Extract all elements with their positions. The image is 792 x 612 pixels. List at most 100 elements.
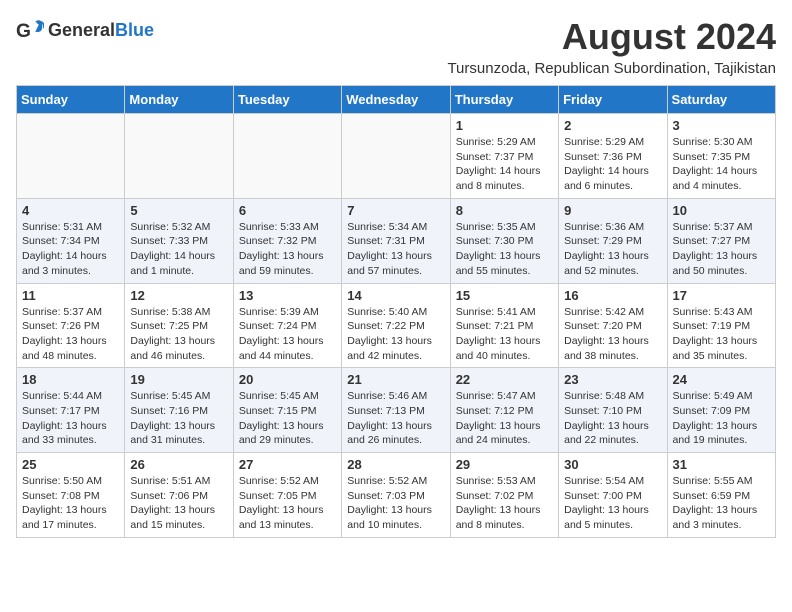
day-number: 5 <box>130 203 227 218</box>
day-number: 4 <box>22 203 119 218</box>
day-info: Sunrise: 5:31 AM Sunset: 7:34 PM Dayligh… <box>22 220 119 279</box>
day-number: 8 <box>456 203 553 218</box>
day-number: 31 <box>673 457 770 472</box>
table-row: 12 Sunrise: 5:38 AM Sunset: 7:25 PM Dayli… <box>125 283 233 368</box>
table-row: 17Sunrise: 5:43 AM Sunset: 7:19 PM Dayli… <box>667 283 775 368</box>
table-row <box>233 114 341 199</box>
day-number: 27 <box>239 457 336 472</box>
day-info: Sunrise: 5:46 AM Sunset: 7:13 PM Dayligh… <box>347 389 444 448</box>
day-number: 16 <box>564 288 661 303</box>
table-row: 13Sunrise: 5:39 AM Sunset: 7:24 PM Dayli… <box>233 283 341 368</box>
day-info: Sunrise: 5:55 AM Sunset: 6:59 PM Dayligh… <box>673 474 770 533</box>
day-number: 10 <box>673 203 770 218</box>
day-number: 3 <box>673 118 770 133</box>
table-row <box>125 114 233 199</box>
day-info: Sunrise: 5:41 AM Sunset: 7:21 PM Dayligh… <box>456 305 553 364</box>
day-info: Sunrise: 5:45 AM Sunset: 7:15 PM Dayligh… <box>239 389 336 448</box>
table-row: 14 Sunrise: 5:40 AM Sunset: 7:22 PM Dayli… <box>342 283 450 368</box>
table-row: 29 Sunrise: 5:53 AM Sunset: 7:02 PM Dayli… <box>450 453 558 538</box>
calendar-week-row: 25 Sunrise: 5:50 AM Sunset: 7:08 PM Dayli… <box>17 453 776 538</box>
calendar-week-row: 4 Sunrise: 5:31 AM Sunset: 7:34 PM Daylig… <box>17 198 776 283</box>
table-row: 27 Sunrise: 5:52 AM Sunset: 7:05 PM Dayli… <box>233 453 341 538</box>
day-number: 2 <box>564 118 661 133</box>
table-row: 4 Sunrise: 5:31 AM Sunset: 7:34 PM Daylig… <box>17 198 125 283</box>
table-row: 9 Sunrise: 5:36 AM Sunset: 7:29 PM Daylig… <box>559 198 667 283</box>
day-info: Sunrise: 5:34 AM Sunset: 7:31 PM Dayligh… <box>347 220 444 279</box>
table-row: 5 Sunrise: 5:32 AM Sunset: 7:33 PM Daylig… <box>125 198 233 283</box>
table-row <box>342 114 450 199</box>
logo-icon: G <box>16 16 44 44</box>
day-number: 29 <box>456 457 553 472</box>
page-header: G GeneralBlue August 2024 Tursunzoda, Re… <box>16 16 776 77</box>
day-info: Sunrise: 5:43 AM Sunset: 7:19 PM Dayligh… <box>673 305 770 364</box>
day-number: 23 <box>564 372 661 387</box>
table-row: 22Sunrise: 5:47 AM Sunset: 7:12 PM Dayli… <box>450 368 558 453</box>
calendar-week-row: 1 Sunrise: 5:29 AM Sunset: 7:37 PM Daylig… <box>17 114 776 199</box>
day-info: Sunrise: 5:48 AM Sunset: 7:10 PM Dayligh… <box>564 389 661 448</box>
table-row: 1 Sunrise: 5:29 AM Sunset: 7:37 PM Daylig… <box>450 114 558 199</box>
location-subtitle: Tursunzoda, Republican Subordination, Ta… <box>447 60 776 77</box>
title-block: August 2024 Tursunzoda, Republican Subor… <box>447 16 776 77</box>
day-info: Sunrise: 5:29 AM Sunset: 7:36 PM Dayligh… <box>564 135 661 194</box>
day-info: Sunrise: 5:50 AM Sunset: 7:08 PM Dayligh… <box>22 474 119 533</box>
day-number: 7 <box>347 203 444 218</box>
header-saturday: Saturday <box>667 86 775 114</box>
day-number: 13 <box>239 288 336 303</box>
day-info: Sunrise: 5:40 AM Sunset: 7:22 PM Dayligh… <box>347 305 444 364</box>
svg-text:G: G <box>16 21 31 42</box>
calendar-header-row: Sunday Monday Tuesday Wednesday Thursday… <box>17 86 776 114</box>
day-number: 6 <box>239 203 336 218</box>
header-monday: Monday <box>125 86 233 114</box>
day-info: Sunrise: 5:49 AM Sunset: 7:09 PM Dayligh… <box>673 389 770 448</box>
logo: G GeneralBlue <box>16 16 154 44</box>
header-tuesday: Tuesday <box>233 86 341 114</box>
table-row: 21Sunrise: 5:46 AM Sunset: 7:13 PM Dayli… <box>342 368 450 453</box>
day-info: Sunrise: 5:44 AM Sunset: 7:17 PM Dayligh… <box>22 389 119 448</box>
day-info: Sunrise: 5:37 AM Sunset: 7:26 PM Dayligh… <box>22 305 119 364</box>
day-info: Sunrise: 5:53 AM Sunset: 7:02 PM Dayligh… <box>456 474 553 533</box>
month-year-title: August 2024 <box>447 16 776 58</box>
day-number: 11 <box>22 288 119 303</box>
day-number: 1 <box>456 118 553 133</box>
table-row: 6Sunrise: 5:33 AM Sunset: 7:32 PM Daylig… <box>233 198 341 283</box>
day-number: 24 <box>673 372 770 387</box>
day-number: 26 <box>130 457 227 472</box>
header-friday: Friday <box>559 86 667 114</box>
day-info: Sunrise: 5:37 AM Sunset: 7:27 PM Dayligh… <box>673 220 770 279</box>
day-info: Sunrise: 5:42 AM Sunset: 7:20 PM Dayligh… <box>564 305 661 364</box>
calendar-week-row: 11 Sunrise: 5:37 AM Sunset: 7:26 PM Dayli… <box>17 283 776 368</box>
day-info: Sunrise: 5:29 AM Sunset: 7:37 PM Dayligh… <box>456 135 553 194</box>
header-thursday: Thursday <box>450 86 558 114</box>
table-row: 28Sunrise: 5:52 AM Sunset: 7:03 PM Dayli… <box>342 453 450 538</box>
table-row: 2 Sunrise: 5:29 AM Sunset: 7:36 PM Daylig… <box>559 114 667 199</box>
day-number: 19 <box>130 372 227 387</box>
day-number: 9 <box>564 203 661 218</box>
logo-name: GeneralBlue <box>48 20 154 41</box>
table-row: 31 Sunrise: 5:55 AM Sunset: 6:59 PM Dayli… <box>667 453 775 538</box>
day-number: 14 <box>347 288 444 303</box>
day-info: Sunrise: 5:54 AM Sunset: 7:00 PM Dayligh… <box>564 474 661 533</box>
day-info: Sunrise: 5:32 AM Sunset: 7:33 PM Dayligh… <box>130 220 227 279</box>
calendar-table: Sunday Monday Tuesday Wednesday Thursday… <box>16 85 776 538</box>
day-info: Sunrise: 5:52 AM Sunset: 7:05 PM Dayligh… <box>239 474 336 533</box>
table-row: 16 Sunrise: 5:42 AM Sunset: 7:20 PM Dayli… <box>559 283 667 368</box>
day-number: 25 <box>22 457 119 472</box>
day-number: 15 <box>456 288 553 303</box>
table-row: 25 Sunrise: 5:50 AM Sunset: 7:08 PM Dayli… <box>17 453 125 538</box>
header-sunday: Sunday <box>17 86 125 114</box>
day-info: Sunrise: 5:36 AM Sunset: 7:29 PM Dayligh… <box>564 220 661 279</box>
table-row: 8 Sunrise: 5:35 AM Sunset: 7:30 PM Daylig… <box>450 198 558 283</box>
table-row: 23 Sunrise: 5:48 AM Sunset: 7:10 PM Dayli… <box>559 368 667 453</box>
day-info: Sunrise: 5:30 AM Sunset: 7:35 PM Dayligh… <box>673 135 770 194</box>
table-row: 15 Sunrise: 5:41 AM Sunset: 7:21 PM Dayli… <box>450 283 558 368</box>
day-number: 20 <box>239 372 336 387</box>
day-number: 12 <box>130 288 227 303</box>
day-info: Sunrise: 5:52 AM Sunset: 7:03 PM Dayligh… <box>347 474 444 533</box>
table-row: 26Sunrise: 5:51 AM Sunset: 7:06 PM Dayli… <box>125 453 233 538</box>
day-info: Sunrise: 5:35 AM Sunset: 7:30 PM Dayligh… <box>456 220 553 279</box>
header-wednesday: Wednesday <box>342 86 450 114</box>
table-row: 3 Sunrise: 5:30 AM Sunset: 7:35 PM Daylig… <box>667 114 775 199</box>
table-row: 11 Sunrise: 5:37 AM Sunset: 7:26 PM Dayli… <box>17 283 125 368</box>
table-row: 20 Sunrise: 5:45 AM Sunset: 7:15 PM Dayli… <box>233 368 341 453</box>
day-info: Sunrise: 5:38 AM Sunset: 7:25 PM Dayligh… <box>130 305 227 364</box>
